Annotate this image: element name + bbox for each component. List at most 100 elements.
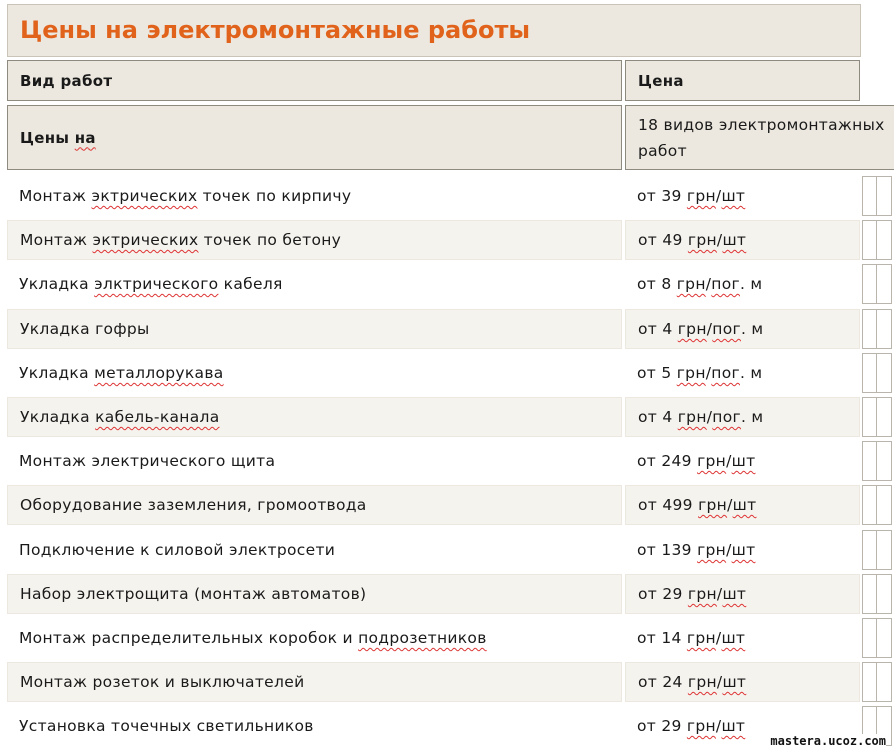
price-part: от 139 bbox=[637, 541, 698, 559]
work-type-text: Монтаж эктрических точек по кирпичу bbox=[19, 187, 351, 205]
work-type-text: Монтаж электрического щита bbox=[19, 452, 275, 470]
price-part: . м bbox=[739, 275, 763, 293]
table-row-work-cell: Укладка гофры bbox=[7, 309, 622, 349]
work-type-text: Укладка элктрического кабеля bbox=[19, 275, 283, 293]
price-part: пог bbox=[712, 320, 741, 338]
table-row-price-cell: от 49 грн/шт bbox=[625, 220, 860, 260]
table-row-price-cell: от 249 грн/шт bbox=[625, 441, 860, 481]
column-header-price-label: Цена bbox=[638, 71, 684, 90]
work-type-part: кабель-канала bbox=[95, 408, 220, 426]
price-part: от 4 bbox=[638, 320, 678, 338]
subheader-price-line1: 18 видов электромонтажных bbox=[638, 115, 885, 134]
work-type-part: металлорукава bbox=[94, 364, 224, 382]
extra-column-stub bbox=[862, 220, 892, 260]
price-part: грн bbox=[676, 275, 706, 293]
subheader-label-prefix: Цены bbox=[20, 128, 75, 147]
table-row-price-cell: от 29 грн/шт bbox=[625, 574, 860, 614]
price-part: шт bbox=[731, 541, 756, 559]
table-row-price-cell: от 4 грн/пог. м bbox=[625, 309, 860, 349]
work-type-part: кабеля bbox=[218, 275, 283, 293]
work-type-text: Укладка кабель-канала bbox=[20, 408, 220, 426]
price-part: грн bbox=[697, 541, 727, 559]
column-header-work-type: Вид работ bbox=[7, 60, 622, 101]
price-text: от 24 грн/шт bbox=[638, 673, 746, 691]
work-type-part: Монтаж распределительных коробок и bbox=[19, 629, 359, 647]
work-type-part: Установка точечных светильников bbox=[19, 717, 314, 735]
extra-column-stub bbox=[862, 485, 892, 525]
column-header-work-type-label: Вид работ bbox=[20, 71, 113, 90]
table-row-work-cell: Подключение к силовой электросети bbox=[7, 530, 622, 570]
price-text: от 499 грн/шт bbox=[638, 496, 756, 514]
table-row-price-cell: от 8 грн/пог. м bbox=[625, 264, 860, 304]
price-part: от 24 bbox=[638, 673, 688, 691]
price-part: . м bbox=[739, 364, 763, 382]
table-row-price-cell: от 24 грн/шт bbox=[625, 662, 860, 702]
price-part: грн bbox=[686, 187, 716, 205]
work-type-part: Набор электрощита (монтаж автоматов) bbox=[20, 585, 367, 603]
work-type-text: Оборудование заземления, громоотвода bbox=[20, 496, 367, 514]
price-part: шт bbox=[722, 231, 747, 249]
extra-column-stub bbox=[862, 574, 892, 614]
price-part: грн bbox=[687, 673, 717, 691]
price-part: от 499 bbox=[638, 496, 699, 514]
table-row-price-cell: от 4 грн/пог. м bbox=[625, 397, 860, 437]
work-type-part: точек по кирпичу bbox=[197, 187, 352, 205]
price-part: грн bbox=[687, 231, 717, 249]
price-part: пог bbox=[711, 364, 740, 382]
price-part: от 29 bbox=[637, 717, 687, 735]
price-part: шт bbox=[732, 496, 757, 514]
work-type-text: Укладка гофры bbox=[20, 320, 150, 338]
work-type-part: Укладка bbox=[20, 408, 96, 426]
price-part: от 39 bbox=[637, 187, 687, 205]
price-part: грн bbox=[686, 717, 716, 735]
work-type-text: Монтаж розеток и выключателей bbox=[20, 673, 304, 691]
subheader-price-line2: работ bbox=[638, 141, 687, 160]
work-type-part: эктрических bbox=[91, 187, 198, 205]
table-row-work-cell: Оборудование заземления, громоотвода bbox=[7, 485, 622, 525]
subheader-label: Цены на bbox=[20, 129, 96, 147]
work-type-part: Подключение к силовой электросети bbox=[19, 541, 336, 559]
price-text: от 249 грн/шт bbox=[637, 452, 755, 470]
price-part: шт bbox=[722, 585, 747, 603]
extra-column-stub bbox=[862, 176, 892, 216]
table-row-price-cell: от 499 грн/шт bbox=[625, 485, 860, 525]
price-part: шт bbox=[721, 717, 746, 735]
work-type-part: Укладка bbox=[19, 275, 95, 293]
work-type-part: Укладка гофры bbox=[20, 320, 150, 338]
work-type-part: Укладка bbox=[19, 364, 95, 382]
price-text: от 4 грн/пог. м bbox=[638, 320, 763, 338]
work-type-text: Установка точечных светильников bbox=[19, 717, 314, 735]
price-part: от 14 bbox=[637, 629, 687, 647]
price-part: шт bbox=[721, 629, 746, 647]
price-text: от 8 грн/пог. м bbox=[637, 275, 762, 293]
price-text: от 4 грн/пог. м bbox=[638, 408, 763, 426]
table-row-price-cell: от 39 грн/шт bbox=[625, 176, 860, 216]
price-part: от 8 bbox=[637, 275, 677, 293]
table-row-work-cell: Установка точечных светильников bbox=[7, 706, 622, 746]
work-type-part: элктрического bbox=[94, 275, 219, 293]
table-row-work-cell: Укладка металлорукава bbox=[7, 353, 622, 393]
price-part: грн bbox=[697, 452, 727, 470]
extra-column-stub bbox=[862, 264, 892, 304]
price-text: от 14 грн/шт bbox=[637, 629, 745, 647]
site-watermark: mastera.ucoz.com bbox=[770, 734, 886, 748]
price-part: шт bbox=[721, 187, 746, 205]
work-type-part: эктрических bbox=[92, 231, 199, 249]
price-part: грн bbox=[698, 496, 728, 514]
price-part: . м bbox=[740, 408, 764, 426]
work-type-part: точек по бетону bbox=[198, 231, 342, 249]
table-row-work-cell: Набор электрощита (монтаж автоматов) bbox=[7, 574, 622, 614]
extra-column-stub bbox=[862, 441, 892, 481]
price-part: шт bbox=[722, 673, 747, 691]
extra-column-stub bbox=[862, 530, 892, 570]
work-type-text: Подключение к силовой электросети bbox=[19, 541, 335, 559]
price-part: грн bbox=[686, 629, 716, 647]
price-text: от 49 грн/шт bbox=[638, 231, 746, 249]
price-part: от 249 bbox=[637, 452, 698, 470]
work-type-part: Монтаж bbox=[19, 187, 92, 205]
price-part: грн bbox=[687, 585, 717, 603]
page-title-box: Цены на электромонтажные работы bbox=[7, 4, 861, 57]
table-row-work-cell: Укладка кабель-канала bbox=[7, 397, 622, 437]
price-text: от 29 грн/шт bbox=[637, 717, 745, 735]
page-title: Цены на электромонтажные работы bbox=[20, 16, 531, 44]
